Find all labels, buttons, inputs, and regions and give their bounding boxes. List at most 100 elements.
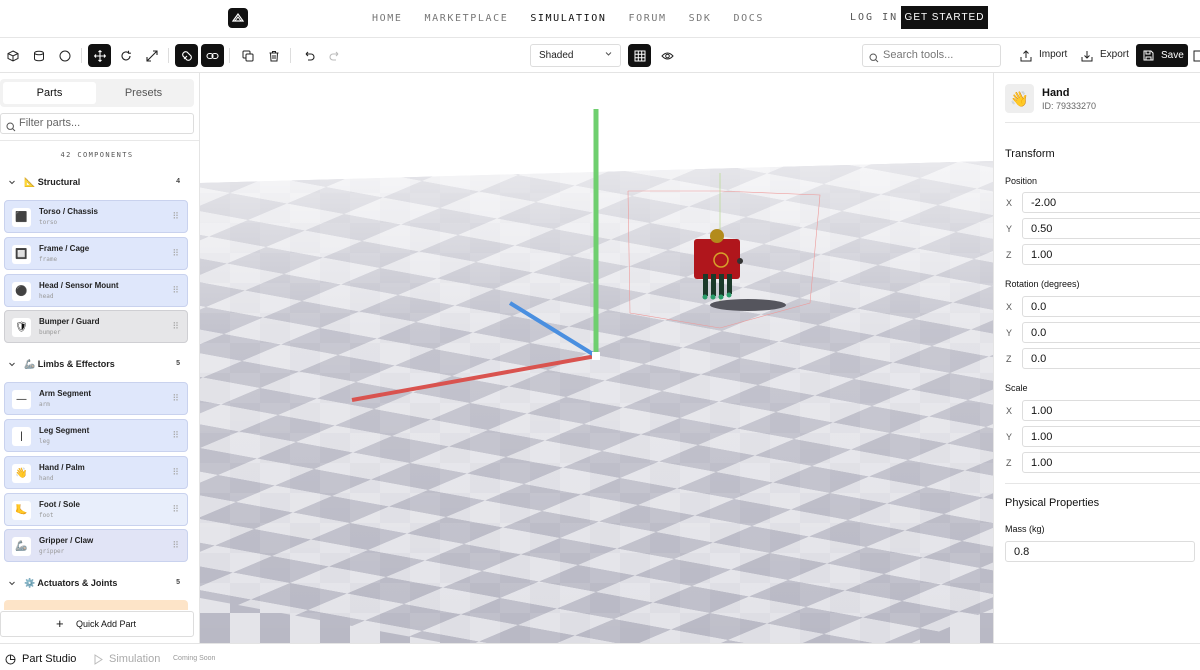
duplicate-icon[interactable] xyxy=(236,44,259,67)
drag-handle-icon[interactable]: ⠿ xyxy=(172,467,179,478)
search-input[interactable] xyxy=(883,49,995,61)
part-id: foot xyxy=(39,512,54,519)
search-tools[interactable] xyxy=(862,44,1001,67)
part-card-gripper[interactable]: 🦾 Gripper / Claw gripper ⠿ xyxy=(4,529,188,562)
position-x-field[interactable]: -2.00 xyxy=(1022,192,1200,213)
cube-icon[interactable] xyxy=(1,44,24,67)
part-name: Gripper / Claw xyxy=(39,536,94,545)
3d-viewport[interactable] xyxy=(200,73,993,643)
login-link[interactable]: LOG IN xyxy=(850,12,898,23)
nav-marketplace[interactable]: MARKETPLACE xyxy=(424,13,508,24)
group-count: 4 xyxy=(176,178,180,185)
torso-icon: ⬛ xyxy=(12,208,31,227)
part-card-hand[interactable]: 👋 Hand / Palm hand ⠿ xyxy=(4,456,188,489)
move-tool-icon[interactable] xyxy=(88,44,111,67)
rotation-y-field[interactable]: 0.0 xyxy=(1022,322,1200,343)
scale-x-field[interactable]: 1.00 xyxy=(1022,400,1200,421)
components-count: 42 COMPONENTS xyxy=(60,151,134,159)
part-id: gripper xyxy=(39,548,65,555)
undo-icon[interactable] xyxy=(297,44,320,67)
snap-icon[interactable] xyxy=(175,44,198,67)
part-card-partial xyxy=(4,600,188,610)
position-y-field[interactable]: 0.50 xyxy=(1022,218,1200,239)
scene-canvas[interactable] xyxy=(200,73,993,643)
drag-handle-icon[interactable]: ⠿ xyxy=(172,540,179,551)
sphere-icon[interactable] xyxy=(53,44,76,67)
drag-handle-icon[interactable]: ⠿ xyxy=(172,248,179,259)
axis-x-label: X xyxy=(1006,302,1013,312)
nav-sdk[interactable]: SDK xyxy=(689,13,712,24)
nav-forum[interactable]: FORUM xyxy=(629,13,667,24)
divider xyxy=(1005,122,1200,123)
chevron-down-icon xyxy=(8,579,16,589)
part-id: frame xyxy=(39,256,58,263)
divider xyxy=(1005,483,1200,484)
nav-simulation[interactable]: SIMULATION xyxy=(530,13,606,24)
tab-parts[interactable]: Parts xyxy=(3,82,96,104)
drag-handle-icon[interactable]: ⠿ xyxy=(172,393,179,404)
export-icon[interactable] xyxy=(1075,44,1098,67)
toolbar-divider xyxy=(290,48,291,63)
part-card-arm[interactable]: — Arm Segment arm ⠿ xyxy=(4,382,188,415)
drag-handle-icon[interactable]: ⠿ xyxy=(172,285,179,296)
selected-part-id: ID: 79333270 xyxy=(1042,101,1097,111)
scale-z-field[interactable]: 1.00 xyxy=(1022,452,1200,473)
tab-presets[interactable]: Presets xyxy=(97,82,190,104)
gizmo-center[interactable] xyxy=(592,352,600,360)
import-icon[interactable] xyxy=(1014,44,1037,67)
render-mode-value: Shaded xyxy=(539,50,574,61)
selected-part-name: Hand xyxy=(1042,87,1070,99)
rotate-tool-icon[interactable] xyxy=(114,44,137,67)
scale-y-field[interactable]: 1.00 xyxy=(1022,426,1200,447)
axis-x-label: X xyxy=(1006,198,1013,208)
part-studio-tab[interactable]: Part Studio xyxy=(22,653,76,665)
filter-input[interactable] xyxy=(19,117,189,129)
drag-handle-icon[interactable]: ⠿ xyxy=(172,211,179,222)
get-started-button[interactable]: GET STARTED xyxy=(901,6,988,29)
logo-icon[interactable] xyxy=(228,8,248,28)
cylinder-icon[interactable] xyxy=(27,44,50,67)
more-icon[interactable] xyxy=(1193,49,1200,62)
part-card-leg[interactable]: | Leg Segment leg ⠿ xyxy=(4,419,188,452)
render-mode-select[interactable]: Shaded xyxy=(530,44,621,67)
frame-icon: 🔲 xyxy=(12,245,31,264)
nav-docs[interactable]: DOCS xyxy=(734,13,764,24)
trash-icon[interactable] xyxy=(262,44,285,67)
position-z-field[interactable]: 1.00 xyxy=(1022,244,1200,265)
import-button[interactable]: Import xyxy=(1039,49,1067,60)
scale-label: Scale xyxy=(1005,383,1028,393)
axis-z-label: Z xyxy=(1006,458,1012,468)
group-structural[interactable]: 📐 Structural 4 xyxy=(0,172,194,194)
mass-field[interactable]: 0.8 xyxy=(1005,541,1195,562)
drag-handle-icon[interactable]: ⠿ xyxy=(172,321,179,332)
drag-handle-icon[interactable]: ⠿ xyxy=(172,504,179,515)
filter-box[interactable] xyxy=(0,113,194,134)
robot-torso[interactable] xyxy=(694,239,740,279)
nav-home[interactable]: HOME xyxy=(372,13,402,24)
part-name: Bumper / Guard xyxy=(39,317,100,326)
redo-icon[interactable] xyxy=(323,44,346,67)
group-actuators[interactable]: ⚙️ Actuators & Joints 5 xyxy=(0,573,194,595)
quick-add-button[interactable]: + Quick Add Part xyxy=(0,611,194,637)
rotation-x-field[interactable]: 0.0 xyxy=(1022,296,1200,317)
transform-title: Transform xyxy=(1005,148,1055,160)
scale-tool-icon[interactable] xyxy=(140,44,163,67)
part-card-torso[interactable]: ⬛ Torso / Chassis torso ⠿ xyxy=(4,200,188,233)
toolbar-divider xyxy=(229,48,230,63)
grid-toggle-icon[interactable] xyxy=(628,44,651,67)
eye-icon[interactable] xyxy=(656,44,679,67)
drag-handle-icon[interactable]: ⠿ xyxy=(172,430,179,441)
save-button[interactable]: Save xyxy=(1136,44,1188,67)
part-card-foot[interactable]: 🦶 Foot / Sole foot ⠿ xyxy=(4,493,188,526)
part-name: Arm Segment xyxy=(39,389,92,398)
group-limbs[interactable]: 🦾 Limbs & Effectors 5 xyxy=(0,354,194,376)
part-card-frame[interactable]: 🔲 Frame / Cage frame ⠿ xyxy=(4,237,188,270)
rotation-z-field[interactable]: 0.0 xyxy=(1022,348,1200,369)
part-card-bumper[interactable]: 🛡 Bumper / Guard bumper ⠿ xyxy=(4,310,188,343)
robot-head[interactable] xyxy=(710,229,724,243)
export-button[interactable]: Export xyxy=(1100,49,1129,60)
panel-tabs: Parts Presets xyxy=(0,79,194,107)
link-icon[interactable] xyxy=(201,44,224,67)
part-card-head[interactable]: ⚫ Head / Sensor Mount head ⠿ xyxy=(4,274,188,307)
part-name: Foot / Sole xyxy=(39,500,80,509)
